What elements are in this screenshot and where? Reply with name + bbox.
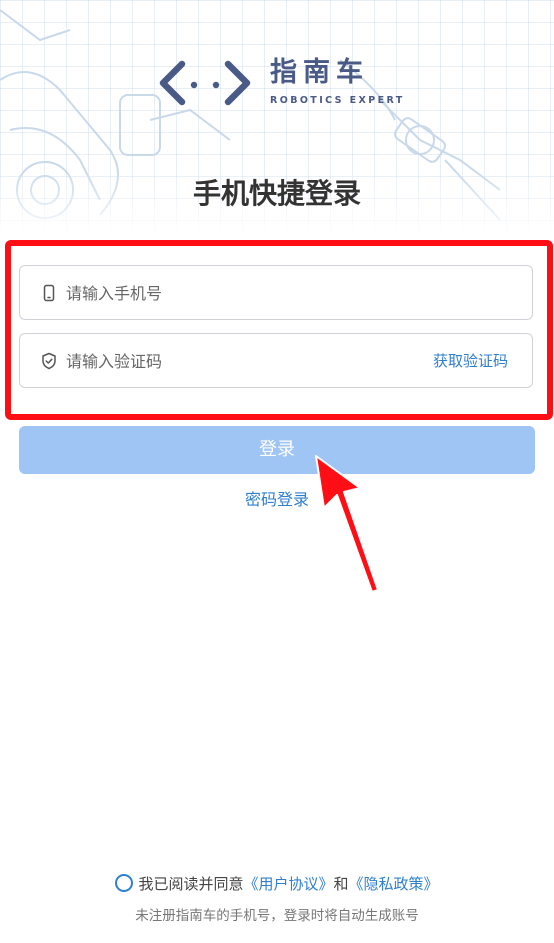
registration-notice: 未注册指南车的手机号，登录时将自动生成账号: [135, 908, 419, 924]
page-title: 手机快捷登录: [192, 177, 361, 210]
agreement-and: 和: [333, 875, 349, 893]
agree-radio[interactable]: [115, 874, 134, 892]
code-brackets-logo-icon: [159, 60, 251, 106]
phone-icon: [43, 284, 55, 302]
privacy-policy-link[interactable]: 《隐私政策》: [349, 875, 439, 893]
brand-name-en: ROBOTICS EXPERT: [270, 95, 405, 106]
get-code-button[interactable]: 获取验证码: [433, 351, 508, 371]
brand-name-cn: 指南车: [270, 57, 369, 88]
code-field[interactable]: 获取验证码: [19, 333, 533, 388]
user-agreement-link[interactable]: 《用户协议》: [243, 875, 333, 893]
agreement-line: 我已阅读并同意《用户协议》和《隐私政策》: [0, 873, 554, 895]
brand-logo: 指南车 ROBOTICS EXPERT: [158, 58, 408, 108]
phone-field[interactable]: [19, 265, 533, 320]
phone-input[interactable]: [66, 278, 426, 308]
login-button[interactable]: 登录: [19, 426, 535, 474]
agreement-prefix: 我已阅读并同意: [138, 875, 244, 893]
arrow-pointer-icon: [315, 455, 379, 593]
shield-check-icon: [42, 352, 56, 370]
code-input[interactable]: [66, 346, 426, 376]
password-login-link[interactable]: 密码登录: [0, 488, 554, 512]
